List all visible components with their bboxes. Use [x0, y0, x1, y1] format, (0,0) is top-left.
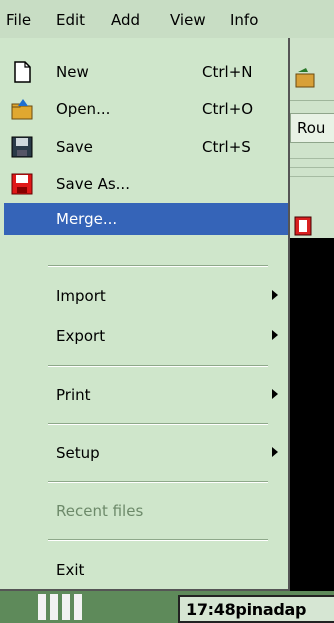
status-text: 17:48pinadap	[186, 600, 307, 619]
menu-item-label: Save	[56, 138, 93, 156]
menu-item-label: Export	[56, 327, 106, 345]
status-time-box: 17:48pinadap	[178, 595, 334, 623]
submenu-arrow-icon	[272, 330, 278, 340]
menu-item-label: New	[56, 63, 89, 81]
menu-item-print[interactable]: Print	[4, 379, 288, 411]
background-divider	[290, 150, 334, 190]
menu-separator	[48, 423, 268, 425]
menu-item-save[interactable]: Save Ctrl+S	[4, 131, 288, 163]
menu-item-recent-files: Recent files	[4, 495, 288, 527]
menu-item-setup[interactable]: Setup	[4, 437, 288, 469]
menu-separator	[48, 481, 268, 483]
file-menu-dropdown: New Ctrl+N Open... Ctrl+O Save Ctrl+S Sa…	[0, 38, 290, 591]
toolbar-icon[interactable]	[294, 216, 312, 236]
menu-item-save-as[interactable]: Save As...	[4, 168, 288, 200]
menu-info[interactable]: Info	[230, 11, 258, 29]
menu-item-shortcut: Ctrl+S	[202, 138, 251, 156]
submenu-arrow-icon	[272, 290, 278, 300]
menu-separator	[48, 539, 268, 541]
menu-item-open[interactable]: Open... Ctrl+O	[4, 93, 288, 125]
menu-item-import[interactable]: Import	[4, 280, 288, 312]
menu-item-label: Print	[56, 386, 91, 404]
route-label: Rou	[297, 119, 326, 137]
menu-item-label: Save As...	[56, 175, 130, 193]
menu-item-label: Setup	[56, 444, 100, 462]
menu-item-shortcut: Ctrl+N	[202, 63, 253, 81]
menu-separator	[48, 365, 268, 367]
menu-view[interactable]: View	[170, 11, 206, 29]
menu-item-exit[interactable]: Exit	[4, 554, 288, 586]
red-floppy-disk-icon	[11, 173, 33, 195]
menu-item-label: Recent files	[56, 502, 144, 520]
menu-item-label: Import	[56, 287, 106, 305]
route-field[interactable]: Rou	[290, 113, 334, 143]
menu-item-label: Merge...	[56, 210, 118, 228]
new-document-icon	[14, 61, 31, 83]
floppy-disk-icon	[11, 136, 33, 158]
menu-item-label: Open...	[56, 100, 111, 118]
menu-file[interactable]: File	[6, 11, 31, 29]
open-folder-icon	[11, 99, 33, 120]
menu-edit[interactable]: Edit	[56, 11, 85, 29]
map-canvas[interactable]	[290, 238, 334, 591]
menu-item-shortcut: Ctrl+O	[202, 100, 254, 118]
menu-item-new[interactable]: New Ctrl+N	[4, 56, 288, 88]
menu-separator	[48, 265, 268, 267]
submenu-arrow-icon	[272, 389, 278, 399]
menu-item-export[interactable]: Export	[4, 320, 288, 352]
menu-item-label: Exit	[56, 561, 85, 579]
submenu-arrow-icon	[272, 447, 278, 457]
open-folder-icon	[295, 68, 315, 88]
menu-add[interactable]: Add	[111, 11, 140, 29]
menu-bar: File Edit Add View Info	[0, 0, 334, 38]
menu-item-merge[interactable]: Merge...	[4, 203, 288, 235]
